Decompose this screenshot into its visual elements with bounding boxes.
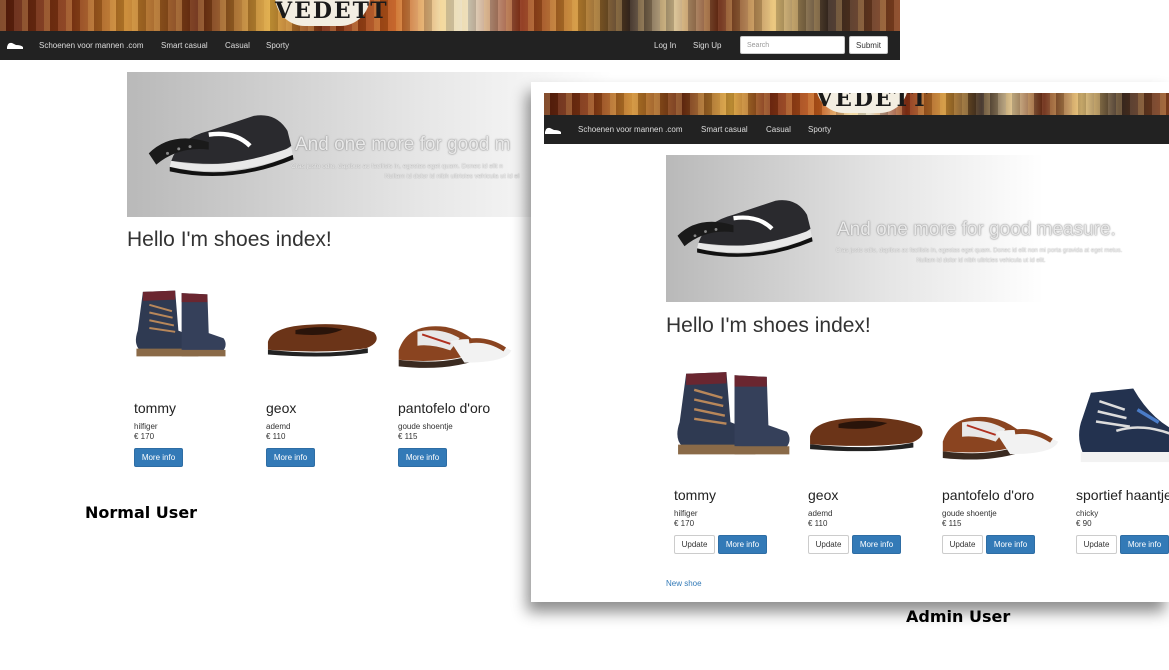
update-button[interactable]: Update	[674, 535, 715, 554]
shoe-icon[interactable]	[544, 124, 562, 138]
product-card: pantofelo d'oro goude shoentje € 115 Upd…	[938, 357, 1068, 557]
admin-user-caption: Admin User	[906, 607, 1011, 626]
product-price: € 110	[808, 519, 828, 528]
product-card: geox ademd € 110 More info	[262, 265, 387, 467]
loafer-image	[394, 305, 516, 377]
product-price: € 115	[942, 519, 962, 528]
product-card: geox ademd € 110 Update More info	[804, 357, 934, 557]
product-description: goude shoentje	[942, 509, 997, 518]
nav-link-smart-casual[interactable]: Smart casual	[161, 41, 208, 50]
navbar: Schoenen voor mannen .com Smart casual C…	[0, 31, 900, 60]
signup-link[interactable]: Sign Up	[693, 41, 721, 50]
boot-image	[676, 370, 791, 456]
product-card: tommy hilfiger € 170 Update More info	[670, 357, 800, 557]
product-name: sportief haantje	[1076, 487, 1169, 503]
navbar: Schoenen voor mannen .com Smart casual C…	[544, 115, 1169, 144]
product-price: € 170	[674, 519, 695, 528]
admin-screenshot: VEDETT Schoenen voor mannen .com Smart c…	[531, 82, 1169, 602]
product-price: € 170	[134, 432, 155, 441]
banner-brand: VEDETT	[275, 0, 387, 26]
nav-link-sporty[interactable]: Sporty	[266, 41, 289, 50]
header-banner: VEDETT	[0, 0, 900, 31]
hero-shoe-image	[674, 177, 814, 277]
product-name: geox	[266, 400, 297, 416]
shoe-icon[interactable]	[6, 39, 24, 53]
hero-shoe-image	[145, 94, 295, 194]
product-description: goude shoentje	[398, 422, 453, 431]
normal-user-caption: Normal User	[85, 503, 198, 522]
page-title: Hello I'm shoes index!	[666, 314, 871, 337]
hightop-sneaker-image	[1077, 386, 1169, 464]
product-description: ademd	[808, 509, 833, 518]
product-price: € 115	[398, 432, 418, 441]
product-card: tommy hilfiger € 170 More info	[130, 265, 250, 467]
product-description: chicky	[1076, 509, 1099, 518]
nav-link-casual[interactable]: Casual	[225, 41, 250, 50]
nav-brand[interactable]: Schoenen voor mannen .com	[578, 125, 683, 134]
more-info-button[interactable]: More info	[718, 535, 767, 554]
nav-link-smart-casual[interactable]: Smart casual	[701, 125, 748, 134]
product-name: pantofelo d'oro	[942, 487, 1035, 503]
product-name: tommy	[674, 487, 716, 503]
product-price: € 90	[1076, 519, 1092, 528]
hero-text-line-2: Nullam id dolor id nibh ultricies vehicu…	[916, 258, 1046, 264]
product-name: tommy	[134, 400, 176, 416]
product-description: ademd	[266, 422, 291, 431]
header-banner: VEDETT	[544, 93, 1169, 115]
banner-brand: VEDETT	[816, 93, 928, 113]
dress-shoe-image	[810, 417, 923, 452]
product-card: pantofelo d'oro goude shoentje € 115 Mor…	[394, 265, 524, 467]
product-card: sportief haantje chicky € 90 Update More…	[1072, 357, 1169, 557]
product-description: hilfiger	[674, 509, 698, 518]
product-price: € 110	[266, 432, 286, 441]
nav-link-casual[interactable]: Casual	[766, 125, 791, 134]
hero-text-line-2: Nullam id dolor id nibh ultricies vehicu…	[384, 173, 520, 180]
dress-shoe-image	[267, 324, 377, 357]
product-name: pantofelo d'oro	[398, 400, 491, 416]
hero-text-line-1: Cras justo odio, dapibus ac facilisis in…	[835, 248, 1123, 254]
update-button[interactable]: Update	[942, 535, 983, 554]
more-info-button[interactable]: More info	[852, 535, 901, 554]
update-button[interactable]: Update	[1076, 535, 1117, 554]
update-button[interactable]: Update	[808, 535, 849, 554]
new-shoe-link[interactable]: New shoe	[666, 579, 702, 588]
nav-link-sporty[interactable]: Sporty	[808, 125, 831, 134]
hero-title: And one more for good measure.	[837, 219, 1116, 240]
boot-image	[134, 289, 227, 358]
more-info-button[interactable]: More info	[398, 448, 447, 467]
loafer-image	[938, 397, 1063, 467]
page-title: Hello I'm shoes index!	[127, 228, 332, 251]
submit-button[interactable]: Submit	[849, 36, 888, 54]
more-info-button[interactable]: More info	[986, 535, 1035, 554]
nav-brand[interactable]: Schoenen voor mannen .com	[39, 41, 144, 50]
more-info-button[interactable]: More info	[1120, 535, 1169, 554]
product-description: hilfiger	[134, 422, 158, 431]
hero-carousel[interactable]: And one more for good measure. Cras just…	[666, 155, 1169, 302]
more-info-button[interactable]: More info	[266, 448, 315, 467]
more-info-button[interactable]: More info	[134, 448, 183, 467]
login-link[interactable]: Log In	[654, 41, 676, 50]
product-name: geox	[808, 487, 839, 503]
hero-title: And one more for good m	[295, 134, 511, 155]
hero-text-line-1: Cras justo odio, dapibus ac facilisis in…	[291, 163, 503, 170]
search-input[interactable]: Search	[740, 36, 845, 54]
